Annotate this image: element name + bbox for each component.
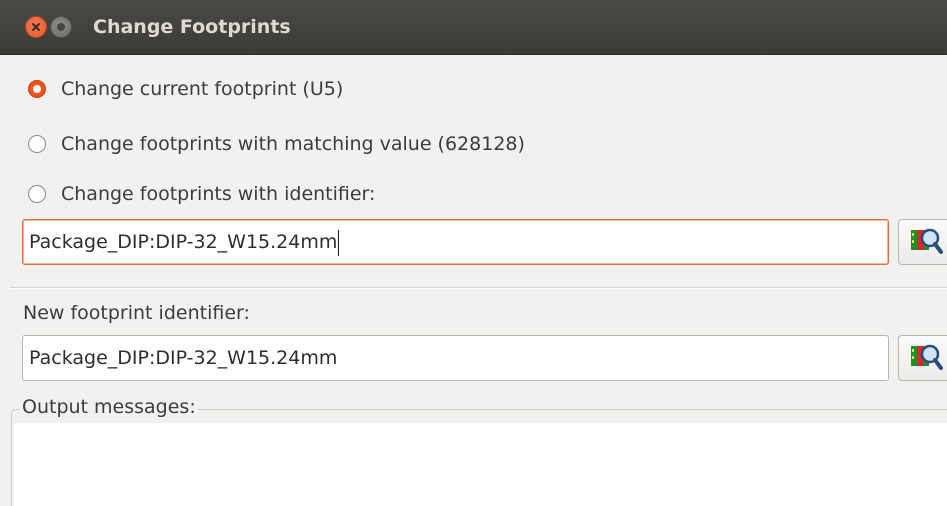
- output-messages-label: Output messages:: [20, 396, 198, 418]
- radio-checked-icon[interactable]: [28, 80, 46, 98]
- browse-new-footprint-button[interactable]: [898, 335, 947, 381]
- output-messages-area[interactable]: [14, 423, 947, 506]
- radio-change-identifier[interactable]: Change footprints with identifier:: [28, 179, 375, 209]
- radio-unchecked-icon[interactable]: [28, 185, 46, 203]
- footprint-browser-icon: [909, 341, 943, 375]
- new-footprint-label: New footprint identifier:: [23, 302, 250, 324]
- radio-label-identifier: Change footprints with identifier:: [61, 183, 376, 205]
- separator: [10, 287, 947, 289]
- radio-change-current[interactable]: Change current footprint (U5): [28, 74, 343, 104]
- new-footprint-input[interactable]: Package_DIP:DIP-32_W15.24mm: [22, 335, 889, 381]
- new-footprint-input-value: Package_DIP:DIP-32_W15.24mm: [29, 347, 338, 369]
- radio-unchecked-icon[interactable]: [28, 135, 46, 153]
- window-title: Change Footprints: [93, 16, 291, 38]
- change-footprints-dialog: Change Footprints Change current footpri…: [0, 0, 947, 506]
- close-icon[interactable]: [25, 16, 47, 38]
- identifier-input-value: Package_DIP:DIP-32_W15.24mm: [29, 231, 338, 253]
- minimize-icon[interactable]: [50, 16, 72, 38]
- radio-change-matching-value[interactable]: Change footprints with matching value (6…: [28, 129, 525, 159]
- text-caret: [338, 229, 340, 256]
- browse-identifier-button[interactable]: [898, 219, 947, 265]
- radio-label-change-current: Change current footprint (U5): [61, 78, 344, 100]
- footprint-browser-icon: [909, 225, 943, 259]
- radio-label-matching-value: Change footprints with matching value (6…: [61, 133, 525, 155]
- title-bar: Change Footprints: [0, 0, 947, 55]
- identifier-input[interactable]: Package_DIP:DIP-32_W15.24mm: [22, 219, 889, 265]
